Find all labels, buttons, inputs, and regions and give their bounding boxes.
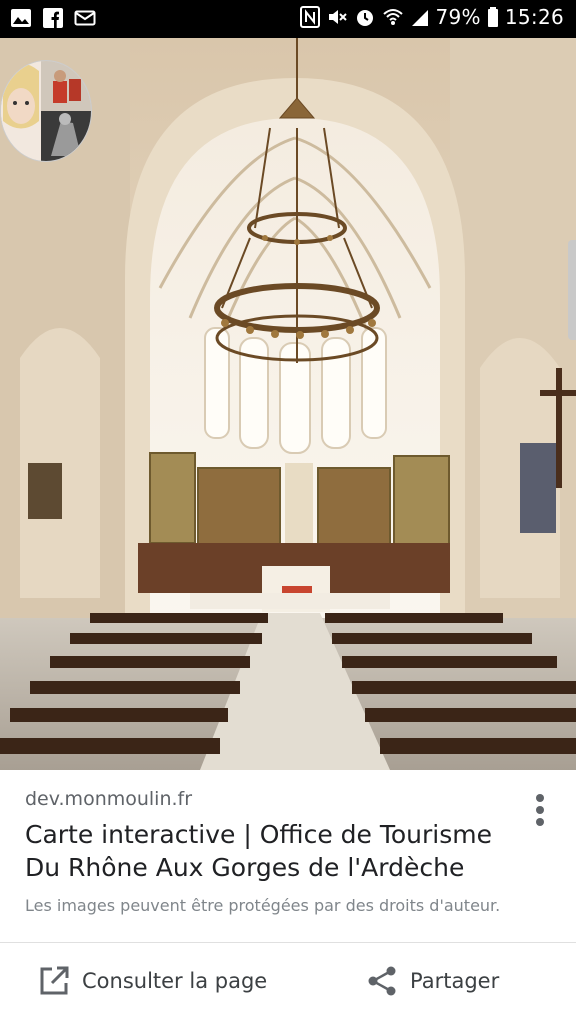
scroll-handle[interactable] xyxy=(568,240,576,340)
status-left-icons xyxy=(10,7,96,29)
result-info: dev.monmoulin.fr Carte interactive | Off… xyxy=(0,770,576,942)
share-label: Partager xyxy=(410,969,500,993)
screen: 79% 15:26 dev.monmoulin.fr Carte interac… xyxy=(0,0,576,1024)
battery-icon xyxy=(487,6,499,28)
clock: 15:26 xyxy=(504,5,564,29)
more-dot-icon xyxy=(536,818,544,826)
avatar[interactable] xyxy=(0,60,92,162)
visit-page-label: Consulter la page xyxy=(82,969,268,993)
gallery-icon xyxy=(10,7,32,29)
facebook-icon xyxy=(42,7,64,29)
alarm-icon xyxy=(354,6,376,28)
action-bar: Consulter la page Partager xyxy=(0,943,576,1024)
signal-icon xyxy=(410,6,430,28)
status-bar: 79% 15:26 xyxy=(0,0,576,38)
mail-icon xyxy=(74,7,96,29)
status-right-icons: 79% 15:26 xyxy=(299,5,565,29)
more-options-button[interactable] xyxy=(530,790,550,830)
more-dot-icon xyxy=(536,794,544,802)
result-title[interactable]: Carte interactive | Office de Tourisme D… xyxy=(25,818,525,884)
copyright-notice: Les images peuvent être protégées par de… xyxy=(25,896,501,915)
battery-level: 79% xyxy=(435,5,481,29)
wifi-icon xyxy=(382,6,404,28)
visit-page-button[interactable]: Consulter la page xyxy=(38,965,267,997)
source-domain[interactable]: dev.monmoulin.fr xyxy=(25,788,192,810)
nfc-icon xyxy=(299,6,320,28)
hero-image[interactable] xyxy=(0,38,576,770)
share-button[interactable]: Partager xyxy=(366,965,499,997)
share-icon xyxy=(366,965,398,997)
open-external-icon xyxy=(38,965,70,997)
mute-icon xyxy=(326,6,348,28)
more-dot-icon xyxy=(536,806,544,814)
